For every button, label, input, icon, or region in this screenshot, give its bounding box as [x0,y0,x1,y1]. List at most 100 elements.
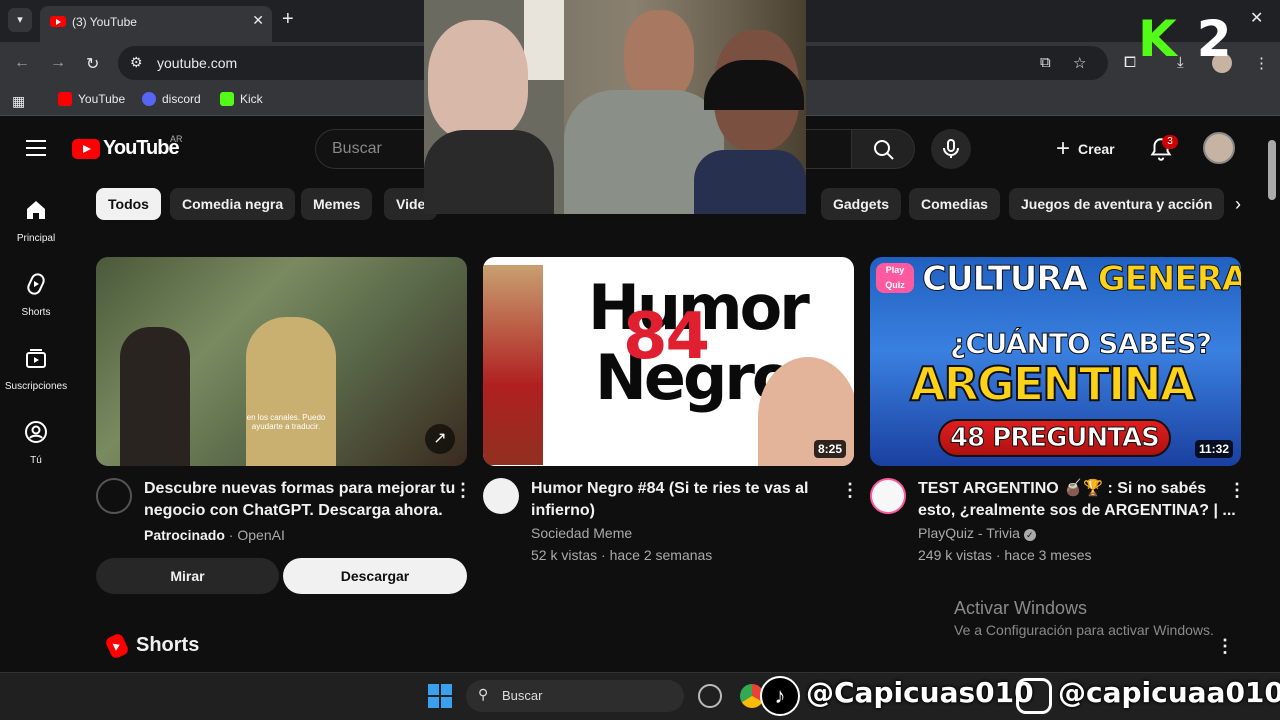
shorts-more-options-icon[interactable]: ⋮ [1216,636,1234,657]
close-tab-icon[interactable]: ✕ [252,12,264,29]
reload-icon[interactable]: ↻ [86,54,99,74]
new-tab-button[interactable]: + [282,8,294,31]
instagram-handle: @capicuaa010 [1058,676,1280,709]
menu-kebab-icon[interactable]: ⋮ [1254,54,1269,72]
k2-overlay-logo: K2 [1138,10,1232,68]
youtube-wordmark: YouTube [103,137,180,159]
apps-grid-icon[interactable]: ▦ [12,93,25,110]
taskbar-search-icon: ⚲ [478,686,489,702]
watch-button[interactable]: Mirar [96,558,279,594]
extensions-icon[interactable]: ⧠ [1124,54,1136,71]
openai-logo-icon[interactable] [96,478,132,514]
voice-search-button[interactable] [931,129,971,169]
channel-name[interactable]: Sociedad Meme [531,522,632,544]
bookmark-youtube[interactable]: YouTube [58,92,125,106]
chip-comedias[interactable]: Comedias [909,188,1000,220]
hamburger-menu-icon[interactable] [26,140,46,161]
webcam-overlay [424,0,806,214]
bookmark-discord[interactable]: discord [142,92,201,106]
youtube-logo[interactable]: YouTube [72,137,180,160]
title-line: TEST ARGENTINO 🧉🏆 : Si no sabés [918,480,1207,497]
microphone-icon [943,139,959,158]
shorts-icon [27,273,45,295]
forward-icon[interactable]: → [50,54,66,72]
more-options-icon[interactable]: ⋮ [454,480,472,501]
chip-todos[interactable]: Todos [96,188,161,220]
bookmark-star-icon[interactable]: ☆ [1073,54,1086,72]
install-app-icon[interactable]: ⧉ [1040,54,1051,71]
chip-gadgets[interactable]: Gadgets [821,188,902,220]
sidebar-item-principal[interactable]: Principal [0,198,72,246]
sidebar-label: Suscripciones [4,381,68,392]
video-meta: 52 k vistas · hace 2 semanas [531,547,713,563]
download-button[interactable]: Descargar [283,558,467,594]
webcam-person-body [694,150,806,214]
bookmark-kick[interactable]: Kick [220,92,263,106]
page-scrollbar[interactable] [1266,122,1280,672]
sidebar-item-suscripciones[interactable]: Suscripciones [0,346,72,394]
browser-tab[interactable]: (3) YouTube ✕ [40,6,272,42]
search-placeholder: Buscar [332,140,382,157]
video-duration: 11:32 [1194,440,1233,458]
sidebar-label: Principal [16,233,56,244]
webcam-person [624,10,694,100]
k2-letter: K [1138,10,1177,68]
sidebar-item-tu[interactable]: Tú [0,420,72,468]
k2-number: 2 [1196,10,1232,68]
taskbar-search-label: Buscar [502,688,543,703]
title-line: esto, ¿realmente sos de ARGENTINA? | ... [918,502,1236,519]
tab-search-button[interactable]: ▾ [8,8,32,32]
thumbnail-text: 48 PREGUNTAS [938,419,1171,457]
obs-app-icon[interactable] [698,684,722,708]
video-meta: 249 k vistas · hace 3 meses [918,547,1092,563]
chips-next-chevron-icon[interactable]: › [1222,188,1254,220]
webcam-poster [524,0,564,80]
chip-comedia-negra[interactable]: Comedia negra [170,188,296,220]
video-duration: 8:25 [813,440,846,458]
taskbar-search[interactable]: ⚲ Buscar [466,680,684,712]
thumbnail-text: GENERAL [1097,259,1241,300]
site-info-icon[interactable]: ⚙ [130,54,143,71]
thumbnail-text: ARGENTINA [909,356,1196,412]
scrollbar-thumb[interactable] [1268,140,1276,200]
thumbnail-figure [483,265,543,465]
video-thumbnail[interactable]: Humor Negro 84 8:25 [483,257,854,466]
channel-avatar[interactable] [483,478,519,514]
more-options-icon[interactable]: ⋮ [1228,480,1246,501]
home-icon [27,201,45,219]
playquiz-badge: Play Quiz [876,263,914,293]
create-label: Crear [1078,141,1115,157]
shorts-section-heading: Shorts [104,631,199,660]
video-title[interactable]: TEST ARGENTINO 🧉🏆 : Si no sabés esto, ¿r… [918,478,1236,522]
search-icon [874,140,894,160]
video-thumbnail[interactable]: Play Quiz CULTURA GENERAL ¿CUÁNTO SABES?… [870,257,1241,466]
video-title[interactable]: Descubre nuevas formas para mejorar tu n… [144,478,455,522]
channel-name[interactable]: OpenAI [237,527,284,543]
chip-memes[interactable]: Memes [301,188,373,220]
channel-avatar[interactable] [870,478,906,514]
account-avatar[interactable] [1203,132,1235,164]
you-icon [25,421,47,443]
subscriptions-icon [26,349,46,368]
instagram-icon [1016,678,1052,714]
windows-start-icon[interactable] [428,684,452,708]
search-button[interactable] [851,129,915,169]
sponsored-label: Patrocinado [144,527,225,543]
back-icon[interactable]: ← [14,54,30,72]
create-button[interactable]: + Crear [1044,131,1127,167]
webcam-person [428,20,528,140]
thumbnail-person [246,317,336,466]
sidebar-item-shorts[interactable]: Shorts [0,272,72,320]
more-options-icon[interactable]: ⋮ [841,480,859,501]
chip-juegos-aventura[interactable]: Juegos de aventura y acción [1009,188,1225,220]
external-link-icon[interactable]: ↗ [425,424,455,454]
thumbnail-text: ¿CUÁNTO SABES? [949,327,1212,361]
ad-meta: Patrocinado · OpenAI [144,524,285,546]
activate-windows-subtitle: Ve a Configuración para activar Windows. [954,622,1214,638]
sidebar-label: Tú [30,455,42,466]
close-window-icon[interactable]: ✕ [1250,8,1263,28]
sidebar-label: Shorts [21,307,51,318]
ad-thumbnail[interactable]: en los canales. Puedo ayudarte a traduci… [96,257,467,466]
video-title[interactable]: Humor Negro #84 (Si te ries te vas al in… [531,478,808,522]
channel-row[interactable]: PlayQuiz - Trivia ✓ [918,522,1036,544]
